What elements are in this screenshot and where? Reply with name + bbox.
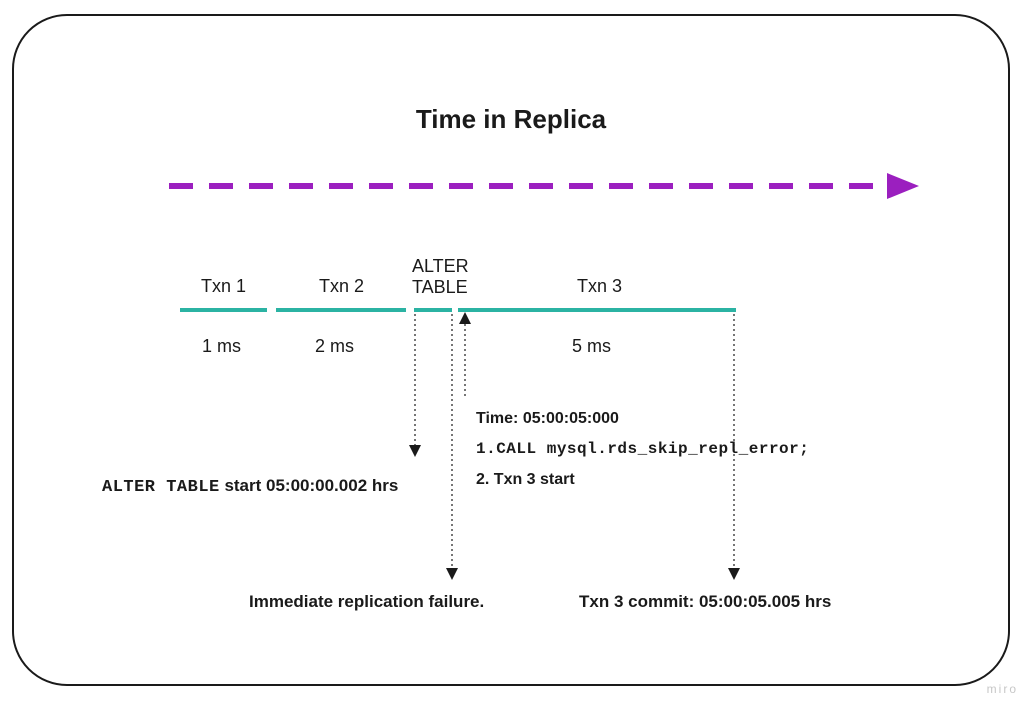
alter-start-prefix: ALTER TABLE <box>102 478 220 497</box>
label-alter: ALTERTABLE <box>412 256 469 297</box>
label-alter-text: ALTERTABLE <box>412 256 469 297</box>
bar-txn3 <box>458 308 736 312</box>
note-txn3: 2. Txn 3 start <box>476 465 809 495</box>
label-txn1: Txn 1 <box>201 276 246 297</box>
bar-txn1 <box>180 308 267 312</box>
diagram-title: Time in Replica <box>14 104 1008 135</box>
bar-alter <box>414 308 452 312</box>
alter-start-text: ALTER TABLE start 05:00:00.002 hrs <box>102 476 398 497</box>
alter-start-suffix: start 05:00:00.002 hrs <box>220 476 399 495</box>
duration-txn1: 1 ms <box>202 336 241 357</box>
label-txn2: Txn 2 <box>319 276 364 297</box>
diagram-frame: Time in Replica Txn 1 Txn 2 ALTERTABLE T… <box>12 14 1010 686</box>
commit-text: Txn 3 commit: 05:00:05.005 hrs <box>579 592 831 612</box>
note-call: 1.CALL mysql.rds_skip_repl_error; <box>476 434 809 464</box>
label-txn3: Txn 3 <box>577 276 622 297</box>
failure-text: Immediate replication failure. <box>249 592 484 612</box>
notes-block: Time: 05:00:05:000 1.CALL mysql.rds_skip… <box>476 404 809 495</box>
duration-txn2: 2 ms <box>315 336 354 357</box>
bar-txn2 <box>276 308 406 312</box>
duration-txn3: 5 ms <box>572 336 611 357</box>
note-time: Time: 05:00:05:000 <box>476 404 809 434</box>
time-arrow <box>169 171 919 201</box>
watermark: miro <box>987 682 1018 696</box>
